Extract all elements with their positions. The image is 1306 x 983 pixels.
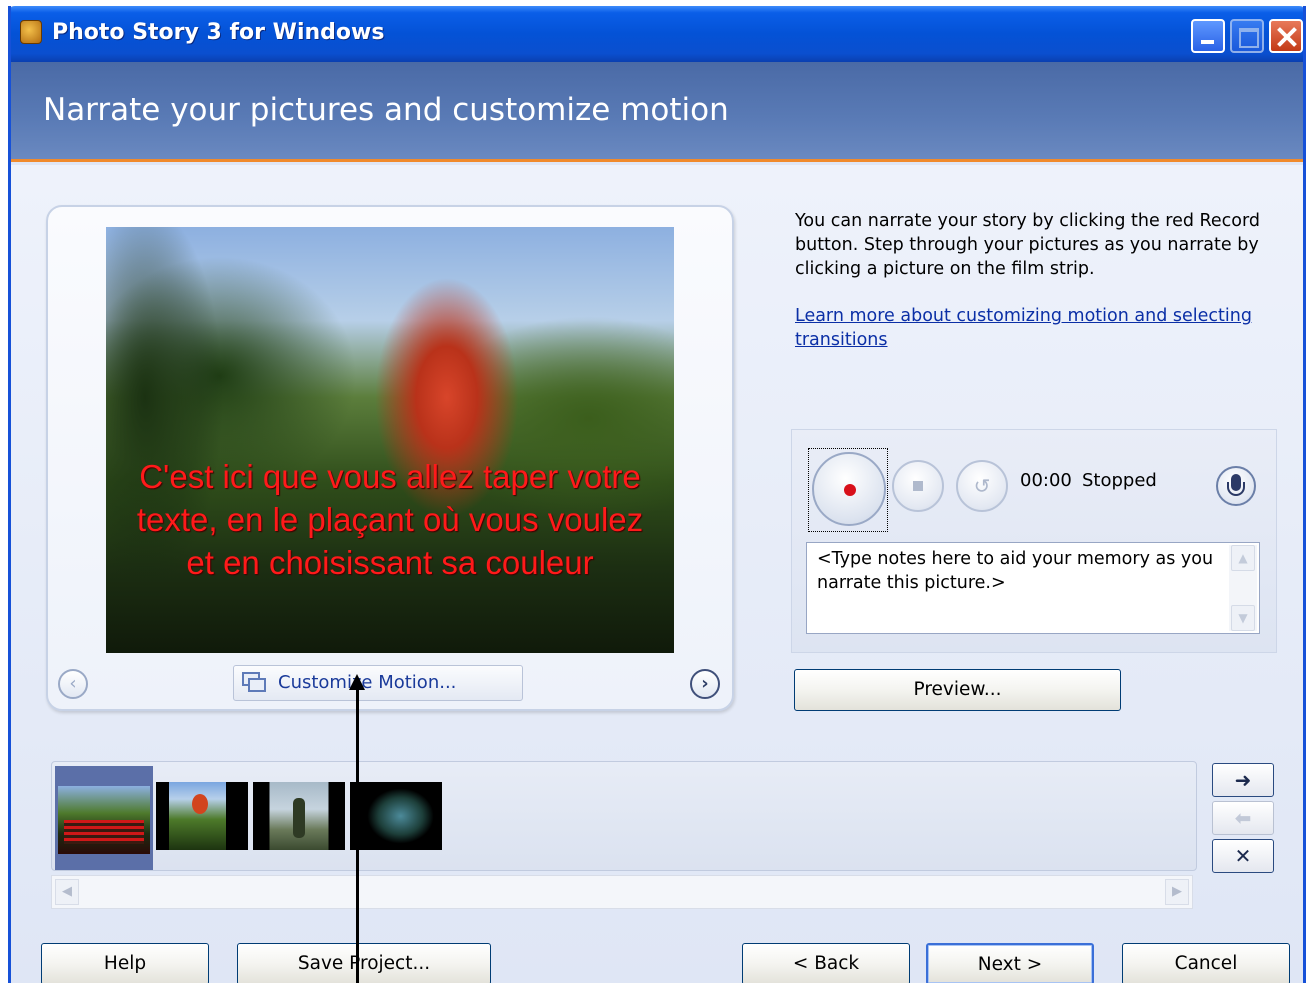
preview-button[interactable]: Preview... (794, 669, 1121, 711)
customize-motion-button[interactable]: Customize Motion... (233, 665, 523, 701)
film-strip (51, 761, 1197, 871)
notes-scrollbar[interactable]: ▲ ▼ (1229, 545, 1257, 631)
narration-time: 00:00 (1020, 470, 1072, 491)
filmstrip-thumbnail[interactable] (58, 786, 150, 854)
page-title: Narrate your pictures and customize moti… (43, 92, 729, 128)
window-title: Photo Story 3 for Windows (52, 20, 385, 45)
learn-more-link[interactable]: Learn more about customizing motion and … (795, 304, 1265, 352)
preview-panel: C'est ici que vous allez taper votre tex… (46, 205, 734, 711)
scroll-up-icon[interactable]: ▲ (1231, 545, 1255, 571)
app-window: Photo Story 3 for Windows Narrate your p… (8, 6, 1306, 983)
stop-button (892, 460, 944, 512)
photo-story-app-icon[interactable] (20, 20, 42, 44)
title-bar[interactable]: Photo Story 3 for Windows (11, 6, 1303, 62)
next-picture-button[interactable]: › (690, 669, 720, 699)
photo-tree-shading (106, 227, 236, 653)
undo-narration-button: ↺ (956, 460, 1008, 512)
wizard-header: Narrate your pictures and customize moti… (11, 62, 1303, 162)
save-project-button[interactable]: Save Project... (237, 943, 491, 983)
picture-caption-text: C'est ici que vous allez taper votre tex… (136, 458, 644, 581)
record-button[interactable] (812, 452, 886, 526)
minimize-button[interactable] (1191, 19, 1225, 53)
narration-notes-textarea[interactable]: <Type notes here to aid your memory as y… (806, 542, 1260, 634)
narration-panel: ↺ 00:00 Stopped <Type notes here to aid … (791, 429, 1277, 653)
notes-placeholder: <Type notes here to aid your memory as y… (817, 549, 1214, 593)
scroll-down-icon[interactable]: ▼ (1231, 605, 1255, 631)
move-picture-right-button[interactable]: ➜ (1212, 763, 1274, 797)
next-button[interactable]: Next > (926, 943, 1094, 983)
move-picture-left-button: ⬅ (1212, 801, 1274, 835)
annotation-arrow-line (356, 686, 359, 983)
filmstrip-thumbnail[interactable] (350, 782, 442, 850)
microphone-icon[interactable] (1216, 466, 1256, 506)
narration-status: Stopped (1082, 470, 1157, 491)
help-button[interactable]: Help (41, 943, 209, 983)
filmstrip-scrollbar[interactable]: ◀ ▶ (51, 875, 1193, 909)
instructions-text: You can narrate your story by clicking t… (795, 211, 1260, 279)
back-button[interactable]: < Back (742, 943, 910, 983)
current-picture-preview: C'est ici que vous allez taper votre tex… (106, 227, 674, 653)
filmstrip-thumbnail[interactable] (156, 782, 248, 850)
scroll-left-icon[interactable]: ◀ (55, 879, 79, 905)
previous-picture-button[interactable]: ‹ (58, 669, 88, 699)
remove-picture-button[interactable]: ✕ (1212, 839, 1274, 873)
customize-motion-icon (242, 672, 268, 694)
maximize-button (1230, 19, 1264, 53)
customize-motion-label: Customize Motion... (278, 672, 457, 693)
close-button[interactable] (1269, 19, 1303, 53)
cancel-button[interactable]: Cancel (1122, 943, 1290, 983)
wizard-body: C'est ici que vous allez taper votre tex… (11, 165, 1303, 983)
scroll-right-icon[interactable]: ▶ (1165, 879, 1189, 905)
filmstrip-thumbnail[interactable] (253, 782, 345, 850)
